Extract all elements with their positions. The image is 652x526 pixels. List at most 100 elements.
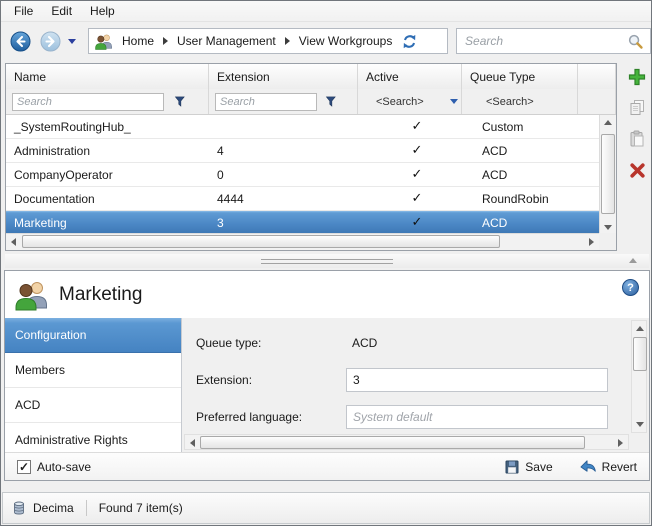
breadcrumb-item-home[interactable]: Home: [120, 34, 156, 48]
cell-extension: 4444: [209, 187, 358, 210]
global-search-input[interactable]: [463, 33, 627, 49]
nav-history-dropdown-icon[interactable]: [68, 39, 76, 44]
cell-queue-type: ACD: [462, 211, 578, 234]
copy-icon: [628, 99, 646, 117]
breadcrumb-box[interactable]: Home User Management View Workgroups: [88, 28, 448, 54]
cell-active: ✓: [358, 187, 462, 210]
table-row[interactable]: _SystemRoutingHub_✓Custom: [6, 115, 599, 139]
menu-edit[interactable]: Edit: [42, 2, 81, 20]
help-button[interactable]: ?: [622, 279, 639, 296]
refresh-icon[interactable]: [402, 34, 417, 49]
filter-filler: [578, 89, 616, 114]
detail-footer: ✓ Auto-save Save Revert: [5, 452, 649, 480]
tab-administrative-rights[interactable]: Administrative Rights: [5, 423, 181, 452]
filter-icon[interactable]: [174, 95, 187, 108]
chevron-down-icon: [450, 99, 458, 104]
splitter-handle[interactable]: [5, 254, 649, 268]
cell-filler: [578, 139, 599, 162]
scroll-up-icon[interactable]: [632, 321, 648, 336]
scrollbar-thumb[interactable]: [200, 436, 585, 449]
column-header-queue-type[interactable]: Queue Type: [462, 64, 578, 89]
filter-queue-type-dropdown[interactable]: <Search>: [462, 89, 578, 114]
table-vertical-scrollbar[interactable]: [599, 115, 616, 235]
filter-icon[interactable]: [325, 95, 338, 108]
forward-button[interactable]: [40, 31, 61, 52]
scroll-down-icon[interactable]: [632, 417, 648, 432]
cell-extension: 0: [209, 163, 358, 186]
cell-queue-type: Custom: [462, 115, 578, 138]
filter-active-dropdown[interactable]: <Search>: [358, 89, 462, 114]
breadcrumb-separator-icon: [285, 37, 290, 45]
queue-type-label: Queue type:: [196, 336, 346, 350]
scrollbar-thumb[interactable]: [22, 235, 500, 248]
preferred-language-field[interactable]: [346, 405, 608, 429]
menu-bar: FileEditHelp: [1, 1, 651, 22]
revert-button[interactable]: Revert: [579, 459, 637, 474]
form-vertical-scrollbar[interactable]: [631, 320, 647, 433]
active-check-icon: ✓: [412, 167, 423, 182]
configuration-form: Queue type: ACD Extension: Preferred lan…: [182, 318, 649, 452]
column-header-name[interactable]: Name: [6, 64, 209, 89]
filter-name-input[interactable]: [12, 93, 164, 111]
auto-save-checkbox[interactable]: ✓: [17, 460, 31, 474]
scrollbar-thumb[interactable]: [601, 134, 615, 214]
table-row[interactable]: CompanyOperator0✓ACD: [6, 163, 599, 187]
cell-name: Documentation: [6, 187, 209, 210]
paste-icon: [628, 130, 646, 148]
status-bar: Decima Found 7 item(s): [2, 492, 650, 524]
record-toolbar: [624, 67, 650, 180]
workgroup-icon: [15, 279, 49, 311]
column-header-extension[interactable]: Extension: [209, 64, 358, 89]
column-header-active[interactable]: Active: [358, 64, 462, 89]
cell-extension: 4: [209, 139, 358, 162]
back-button[interactable]: [10, 31, 31, 52]
auto-save-label: Auto-save: [37, 460, 91, 474]
menu-help[interactable]: Help: [81, 2, 124, 20]
scroll-left-icon[interactable]: [185, 435, 200, 451]
help-icon: ?: [627, 282, 634, 294]
tab-acd[interactable]: ACD: [5, 388, 181, 423]
detail-header: Marketing ?: [5, 271, 649, 318]
scrollbar-thumb[interactable]: [633, 337, 647, 371]
delete-button[interactable]: [627, 160, 647, 180]
scroll-left-icon[interactable]: [6, 234, 21, 250]
table-filter-row: <Search> <Search>: [6, 89, 616, 115]
workgroup-icon: [95, 33, 113, 50]
app-window: FileEditHelp Ho: [0, 0, 652, 526]
breadcrumb-item-view-workgroups[interactable]: View Workgroups: [297, 34, 395, 48]
tab-members[interactable]: Members: [5, 353, 181, 388]
back-arrow-icon: [10, 31, 31, 52]
add-button[interactable]: [627, 67, 647, 87]
copy-button[interactable]: [627, 98, 647, 118]
table-row[interactable]: Administration4✓ACD: [6, 139, 599, 163]
table-row[interactable]: Marketing3✓ACD: [6, 211, 599, 235]
workgroups-table: Name Extension Active Queue Type <Search…: [5, 63, 617, 251]
filter-extension-input[interactable]: [215, 93, 317, 111]
collapse-up-icon[interactable]: [629, 258, 637, 263]
tab-configuration[interactable]: Configuration: [5, 318, 181, 353]
delete-x-icon: [629, 162, 646, 179]
extension-field[interactable]: [346, 368, 608, 392]
checkmark-icon: ✓: [19, 461, 29, 473]
table-row[interactable]: Documentation4444✓RoundRobin: [6, 187, 599, 211]
search-icon[interactable]: [627, 33, 644, 50]
form-horizontal-scrollbar[interactable]: [184, 434, 629, 450]
scroll-right-icon[interactable]: [613, 435, 628, 451]
server-database-icon: [11, 500, 27, 516]
save-button[interactable]: Save: [504, 459, 552, 475]
cell-name: CompanyOperator: [6, 163, 209, 186]
column-header-filler: [578, 64, 616, 89]
paste-button[interactable]: [627, 129, 647, 149]
cell-filler: [578, 163, 599, 186]
detail-tabs: ConfigurationMembersACDAdministrative Ri…: [5, 318, 182, 452]
scroll-up-icon[interactable]: [600, 115, 616, 130]
preferred-language-label: Preferred language:: [196, 410, 346, 424]
table-body: _SystemRoutingHub_✓CustomAdministration4…: [6, 115, 599, 235]
table-horizontal-scrollbar[interactable]: [6, 233, 599, 250]
cell-filler: [578, 187, 599, 210]
breadcrumb-item-user-management[interactable]: User Management: [175, 34, 278, 48]
scroll-right-icon[interactable]: [584, 234, 599, 250]
cell-active: ✓: [358, 115, 462, 138]
cell-filler: [578, 115, 599, 138]
menu-file[interactable]: File: [5, 2, 42, 20]
